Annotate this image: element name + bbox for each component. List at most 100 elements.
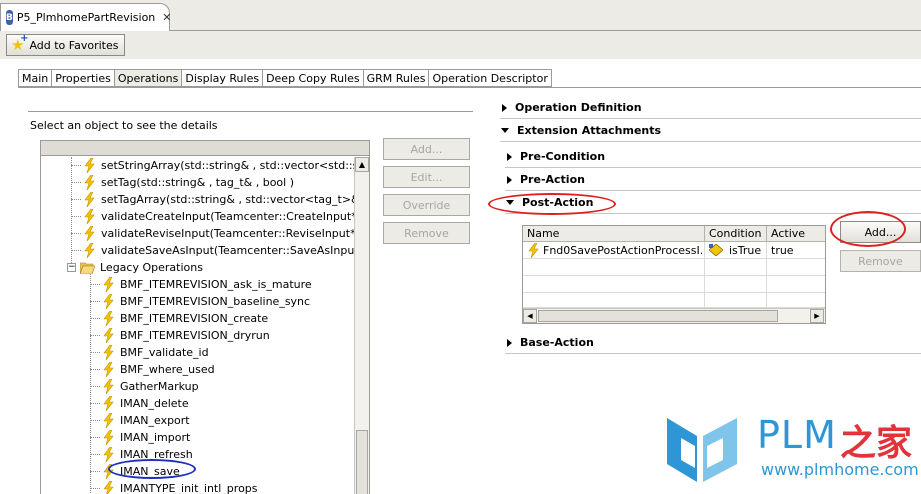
tree-connector bbox=[90, 273, 91, 494]
tree-item-label: setStringArray(std::string& , std::vecto… bbox=[101, 159, 370, 172]
tree-item[interactable]: BMF_ITEMREVISION_dryrun bbox=[102, 327, 270, 344]
tree-item[interactable]: validateSaveAsInput(Teamcenter::SaveAsIn… bbox=[83, 242, 369, 259]
tree-connector bbox=[90, 335, 100, 336]
tab-main[interactable]: Main bbox=[18, 69, 52, 87]
close-icon[interactable]: ✕ bbox=[162, 11, 171, 24]
section-pre-condition[interactable]: Pre-Condition bbox=[507, 150, 605, 163]
tab-operation-descriptor[interactable]: Operation Descriptor bbox=[428, 69, 552, 87]
section-pre-action[interactable]: Pre-Action bbox=[507, 173, 585, 186]
collapse-arrow-icon bbox=[506, 200, 514, 205]
column-header-active[interactable]: Active bbox=[767, 226, 825, 242]
tree-item[interactable]: BMF_ITEMREVISION_baseline_sync bbox=[102, 293, 310, 310]
section-title: Pre-Action bbox=[520, 173, 585, 186]
tab-divider bbox=[18, 87, 921, 88]
table-horizontal-scrollbar[interactable]: ◀ ▶ bbox=[523, 308, 825, 323]
lightning-bolt-icon bbox=[103, 430, 114, 445]
table-cell-active[interactable]: true bbox=[767, 242, 825, 259]
tree-item[interactable]: IMAN_export bbox=[102, 412, 190, 429]
lightning-bolt-icon bbox=[103, 362, 114, 377]
section-divider bbox=[505, 353, 921, 354]
scroll-left-icon[interactable]: ◀ bbox=[523, 309, 537, 323]
tree-item-label: IMANTYPE_init_intl_props bbox=[120, 482, 258, 494]
expand-arrow-icon bbox=[507, 338, 512, 347]
section-divider bbox=[505, 167, 921, 168]
section-base-action[interactable]: Base-Action bbox=[507, 336, 594, 349]
tree-item[interactable]: BMF_validate_id bbox=[102, 344, 209, 361]
section-title: Pre-Condition bbox=[520, 150, 606, 163]
tree-item-label: validateCreateInput(Teamcenter::CreateIn… bbox=[101, 210, 365, 223]
tree-item[interactable]: BMF_ITEMREVISION_create bbox=[102, 310, 268, 327]
table-cell-empty bbox=[705, 293, 767, 308]
condition-icon bbox=[709, 244, 723, 256]
tree-item[interactable]: validateCreateInput(Teamcenter::CreateIn… bbox=[83, 208, 365, 225]
column-header-name[interactable]: Name bbox=[523, 226, 705, 242]
column-header-condition[interactable]: Condition bbox=[705, 226, 767, 242]
section-post-action[interactable]: Post-Action bbox=[506, 196, 593, 209]
override-operation-button[interactable]: Override bbox=[383, 194, 470, 216]
remove-post-action-button[interactable]: Remove bbox=[840, 250, 921, 272]
tree-item-label: BMF_validate_id bbox=[120, 346, 209, 359]
post-action-table[interactable]: Name Condition Active Fnd0SavePostAction… bbox=[522, 225, 826, 324]
scroll-up-icon[interactable]: ▲ bbox=[355, 157, 369, 172]
tree-connector bbox=[90, 386, 100, 387]
tree-item[interactable]: IMAN_refresh bbox=[102, 446, 193, 463]
table-cell-name[interactable]: Fnd0SavePostActionProcessI... bbox=[523, 242, 705, 259]
lightning-bolt-icon bbox=[103, 413, 114, 428]
tree-item[interactable]: setStringArray(std::string& , std::vecto… bbox=[83, 157, 370, 174]
add-operation-button[interactable]: Add... bbox=[383, 138, 470, 160]
tree-vertical-scrollbar[interactable]: ▲ bbox=[354, 157, 369, 494]
tree-item-label: BMF_where_used bbox=[120, 363, 215, 376]
tab-grm-rules[interactable]: GRM Rules bbox=[362, 69, 429, 87]
tab-display-rules[interactable]: Display Rules bbox=[181, 69, 263, 87]
star-add-icon: ★ bbox=[11, 34, 29, 53]
section-divider bbox=[505, 213, 921, 214]
tree-item[interactable]: IMAN_import bbox=[102, 429, 190, 446]
tree-item-label: IMAN_delete bbox=[120, 397, 189, 410]
editor-tab-title: P5_PlmhomePartRevision bbox=[16, 11, 156, 24]
lightning-bolt-icon bbox=[103, 464, 114, 479]
tree-connector bbox=[71, 182, 81, 183]
plmhome-logo-icon bbox=[667, 418, 737, 482]
business-object-icon: B bbox=[6, 10, 13, 25]
lightning-bolt-icon bbox=[103, 447, 114, 462]
table-cell-condition[interactable]: isTrue bbox=[705, 242, 767, 259]
editor-tab[interactable]: B P5_PlmhomePartRevision ✕ bbox=[0, 3, 172, 31]
lightning-bolt-icon bbox=[103, 328, 114, 343]
lightning-bolt-icon bbox=[103, 396, 114, 411]
tree-item[interactable]: setTagArray(std::string& , std::vector<t… bbox=[83, 191, 370, 208]
tree-item-label: setTagArray(std::string& , std::vector<t… bbox=[101, 193, 370, 206]
lightning-bolt-icon bbox=[103, 277, 114, 292]
section-operation-definition[interactable]: Operation Definition bbox=[502, 101, 642, 114]
section-title: Post-Action bbox=[522, 196, 594, 209]
tree-item[interactable]: BMF_where_used bbox=[102, 361, 215, 378]
tab-properties[interactable]: Properties bbox=[51, 69, 114, 87]
add-to-favorites-button[interactable]: ★ Add to Favorites bbox=[6, 34, 126, 56]
tab-deep-copy-rules[interactable]: Deep Copy Rules bbox=[262, 69, 363, 87]
add-post-action-button[interactable]: Add... bbox=[840, 221, 921, 243]
section-extension-attachments[interactable]: Extension Attachments bbox=[501, 124, 661, 137]
section-divider bbox=[500, 118, 921, 119]
tree-item[interactable]: GatherMarkup bbox=[102, 378, 199, 395]
tree-item[interactable]: validateReviseInput(Teamcenter::ReviseIn… bbox=[83, 225, 369, 242]
scroll-thumb[interactable] bbox=[356, 430, 368, 494]
tree-item[interactable]: IMAN_delete bbox=[102, 395, 189, 412]
remove-operation-button[interactable]: Remove bbox=[383, 222, 470, 244]
collapse-icon[interactable]: − bbox=[67, 263, 76, 272]
edit-operation-button[interactable]: Edit... bbox=[383, 166, 470, 188]
left-separator bbox=[28, 111, 473, 112]
tree-item[interactable]: IMANTYPE_init_intl_props bbox=[102, 480, 258, 494]
tab-operations[interactable]: Operations bbox=[113, 69, 182, 87]
tree-item[interactable]: setTag(std::string& , tag_t& , bool ) bbox=[83, 174, 294, 191]
tree-folder-legacy-operations[interactable]: − Legacy Operations bbox=[67, 259, 203, 276]
tree-item-label: BMF_ITEMREVISION_dryrun bbox=[120, 329, 270, 342]
editor-tabstrip: B P5_PlmhomePartRevision ✕ bbox=[0, 0, 921, 31]
lightning-bolt-icon bbox=[103, 481, 114, 494]
section-title: Operation Definition bbox=[515, 101, 642, 114]
table-cell-empty bbox=[767, 259, 825, 276]
tree-item-iman-save[interactable]: IMAN_save bbox=[102, 463, 180, 480]
tree-item[interactable]: BMF_ITEMREVISION_ask_is_mature bbox=[102, 276, 312, 293]
section-title: Base-Action bbox=[520, 336, 594, 349]
operations-tree[interactable]: setStringArray(std::string& , std::vecto… bbox=[40, 140, 370, 494]
scroll-thumb[interactable] bbox=[538, 310, 778, 322]
scroll-right-icon[interactable]: ▶ bbox=[810, 309, 824, 323]
